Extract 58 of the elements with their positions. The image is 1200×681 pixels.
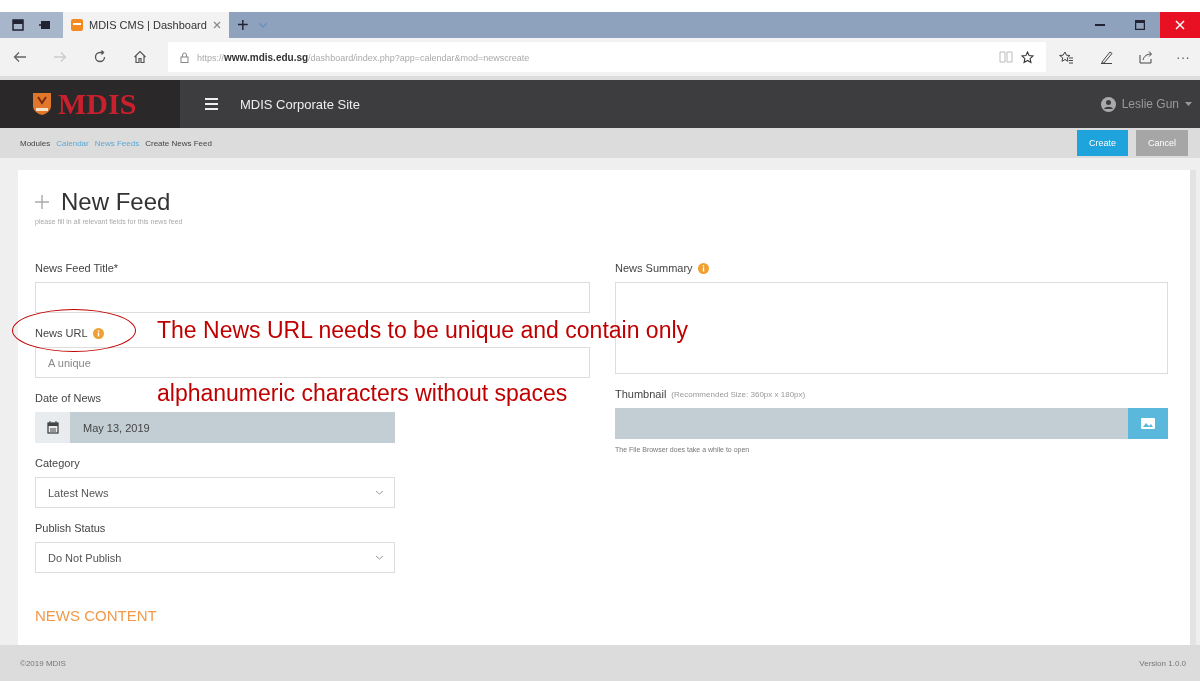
browse-button[interactable] [1128, 408, 1168, 439]
field-note: (Recommended Size: 360px x 180px) [671, 389, 806, 399]
chevron-down-icon [375, 555, 384, 560]
image-icon [1141, 418, 1155, 429]
field-label: Thumbnail [615, 388, 667, 400]
breadcrumb-item: Create News Feed [145, 138, 212, 148]
chevron-down-icon [375, 490, 384, 495]
tab-preview-icon[interactable] [12, 19, 24, 31]
field-label: Category [35, 457, 80, 469]
breadcrumb-item: Modules [20, 138, 51, 148]
field-label: News URL [35, 327, 88, 339]
field-label: News Feed Title* [35, 262, 119, 274]
new-tab-button[interactable]: + [229, 12, 257, 38]
field-label: News Summary [615, 262, 693, 274]
copyright-text: ©2019 MDIS [20, 658, 66, 668]
field-label: Publish Status [35, 522, 106, 534]
minimize-icon [1095, 24, 1105, 26]
text-field[interactable] [35, 282, 590, 313]
annotation-text: alphanumeric characters without spaces [157, 379, 568, 407]
tab-title: MDIS CMS | Dashboard [89, 19, 207, 31]
dropdown[interactable]: Do Not Publish [35, 542, 395, 573]
logo-text: MDIS [58, 87, 137, 121]
caret-icon [1185, 102, 1192, 106]
close-icon [1175, 20, 1185, 30]
file-field[interactable] [615, 408, 1168, 439]
plus-icon [35, 195, 49, 209]
user-menu[interactable]: Leslie Gun [1100, 96, 1192, 112]
version-text: Version 1.0.0 [1139, 658, 1186, 668]
menu-icon[interactable] [205, 98, 218, 110]
lock-icon [180, 51, 189, 63]
user-icon [1100, 96, 1116, 112]
calendar-icon[interactable] [46, 421, 59, 434]
back-icon[interactable] [13, 51, 27, 63]
close-icon[interactable] [213, 21, 221, 29]
dropdown[interactable]: Latest News [35, 477, 395, 508]
field-label: Date of News [35, 392, 102, 404]
form-title: New Feed [61, 188, 171, 216]
info-icon[interactable] [92, 327, 104, 339]
favorites-icon[interactable] [1058, 50, 1074, 64]
more-button[interactable]: ··· [1166, 49, 1200, 65]
refresh-icon[interactable] [93, 50, 107, 64]
date-field[interactable]: May 13, 2019 [35, 412, 395, 443]
tab-aside-icon[interactable] [38, 19, 51, 31]
info-icon[interactable] [697, 262, 709, 274]
site-title[interactable]: MDIS Corporate Site [240, 96, 360, 112]
section-heading: NEWS CONTENT [35, 607, 158, 624]
favicon-icon [71, 19, 83, 31]
crest-icon [32, 92, 52, 116]
url-text: https://www.mdis.edu.sg/dashboard/index.php?app=calendar&mod=newscreate [197, 51, 531, 63]
browser-tab[interactable]: MDIS CMS | Dashboard [63, 12, 229, 38]
restore-icon [1135, 20, 1145, 30]
star-icon[interactable] [1021, 50, 1034, 64]
annotation-text: The News URL needs to be unique and contain only [157, 316, 689, 344]
text-field[interactable]: A unique [35, 347, 590, 378]
pen-icon[interactable] [1099, 50, 1113, 64]
address-field[interactable]: https://www.mdis.edu.sg/dashboard/index.php?app=calendar&mod=newscreate [168, 42, 1046, 72]
share-icon[interactable] [1139, 50, 1153, 64]
home-icon[interactable] [133, 50, 147, 64]
